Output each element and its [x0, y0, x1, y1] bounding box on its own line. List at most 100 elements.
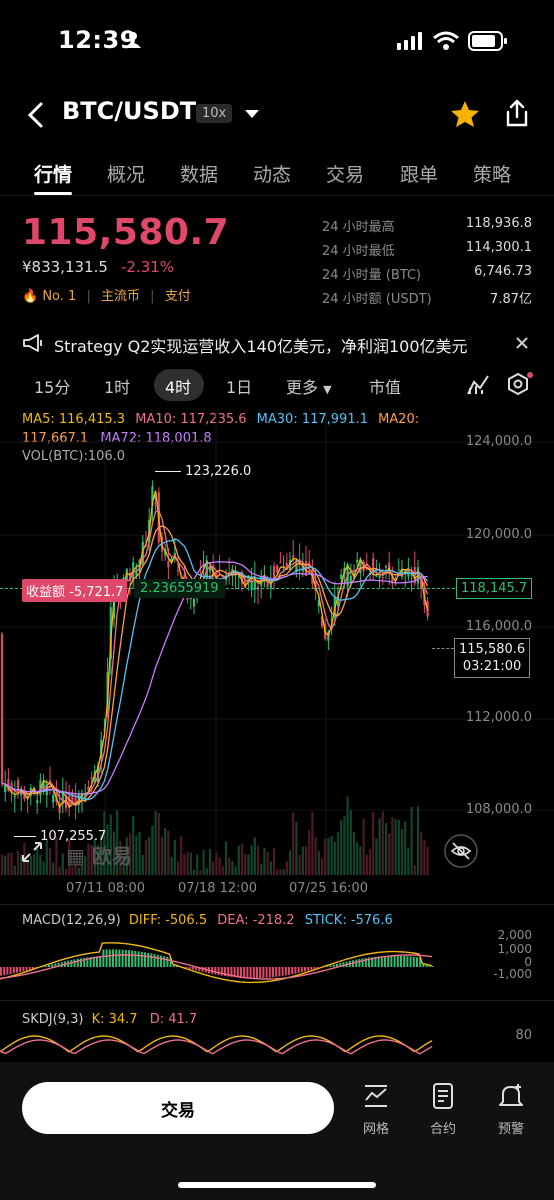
tab-bar: 行情 概况 数据 动态 交易 跟单 策略	[0, 150, 554, 196]
last-price-tag[interactable]: 115,580.6 03:21:00	[454, 638, 531, 678]
macd-stick: STICK: -576.6	[304, 913, 393, 928]
star-icon[interactable]	[450, 100, 480, 128]
indicator-icon[interactable]	[466, 374, 490, 396]
candle-body	[266, 581, 269, 587]
volume-bar	[4, 855, 7, 875]
interval-1d[interactable]: 1日	[226, 374, 252, 398]
volume-bar	[282, 869, 285, 875]
interval-more[interactable]: 更多 ▼	[286, 374, 332, 398]
macd-histogram-bar	[102, 949, 105, 967]
candle-body	[192, 598, 196, 607]
volume-bar	[199, 869, 202, 875]
volume-bar	[141, 855, 144, 875]
volume-bar	[180, 835, 183, 875]
interval-4h[interactable]: 4时	[165, 374, 191, 398]
flame-icon: 🔥	[22, 289, 39, 304]
expand-icon[interactable]	[20, 840, 44, 864]
share-icon[interactable]	[504, 98, 530, 128]
macd-histogram-bar	[160, 955, 162, 967]
stat-label: 24 小时最高	[322, 220, 395, 235]
tab-trade[interactable]: 交易	[326, 160, 364, 187]
interval-1h[interactable]: 1时	[104, 374, 130, 398]
volume-bar	[288, 850, 292, 875]
macd-histogram-bar	[384, 956, 386, 967]
contract-icon	[433, 1083, 453, 1109]
alert-button[interactable]: 预警	[481, 1082, 541, 1137]
tab-copy[interactable]: 跟单	[400, 160, 438, 187]
tab-overview[interactable]: 概况	[107, 160, 145, 187]
tag-payment[interactable]: 支付	[165, 289, 191, 304]
news-ticker[interactable]: Strategy Q2实现运营收入140亿美元，净利润100亿美元	[54, 333, 468, 357]
volume-bar	[160, 837, 164, 875]
interval-marketcap[interactable]: 市值	[369, 374, 401, 398]
macd-histogram-bar	[19, 967, 22, 972]
tab-strategy[interactable]: 策略	[473, 160, 511, 187]
macd-histogram-bar	[252, 967, 255, 979]
tab-news[interactable]: 动态	[253, 160, 291, 187]
macd-histogram-bar	[358, 959, 361, 967]
status-bar: 12:39	[0, 0, 554, 84]
volume-bar	[301, 846, 304, 875]
volume-bar	[330, 835, 333, 875]
stat-value: 114,300.1	[465, 240, 532, 255]
volume-bar	[362, 818, 365, 875]
pnl-badge[interactable]: 收益额 -5,721.7	[22, 579, 128, 602]
macd-histogram-bar	[390, 955, 393, 967]
volume-bar	[327, 838, 330, 875]
wifi-icon	[433, 31, 459, 50]
macd-histogram-bar	[259, 967, 262, 979]
chevron-down-icon[interactable]	[244, 108, 260, 120]
settings-icon[interactable]	[506, 372, 534, 398]
macd-histogram-bar	[140, 951, 143, 967]
volume-bar	[356, 842, 359, 875]
volume-bar	[135, 835, 138, 875]
volume-bar	[61, 853, 64, 875]
tab-market[interactable]: 行情	[34, 160, 72, 187]
volume-bar	[192, 869, 196, 875]
candle-body	[340, 574, 343, 579]
volume-bar	[292, 812, 295, 875]
macd-histogram-bar	[300, 967, 303, 973]
volume-bar	[212, 861, 215, 875]
stat-label: 24 小时量 (BTC)	[322, 268, 422, 283]
tab-data[interactable]: 数据	[180, 160, 218, 187]
stat-value: 7.87亿	[490, 292, 532, 307]
volume-bar	[183, 853, 186, 875]
candle-body	[13, 795, 16, 798]
megaphone-icon	[23, 334, 42, 352]
stat-value: 6,746.73	[474, 264, 532, 279]
interval-15m[interactable]: 15分	[34, 374, 70, 398]
grid-button[interactable]: 网格	[346, 1082, 406, 1137]
volume-bar	[157, 813, 160, 875]
back-icon[interactable]	[26, 102, 46, 128]
skdj-d: D: 41.7	[149, 1012, 198, 1027]
macd-histogram-bar	[412, 956, 415, 967]
trade-button[interactable]: 交易	[22, 1082, 334, 1134]
volume-bar	[394, 819, 397, 875]
volume-bar	[340, 819, 343, 875]
pair-title[interactable]: BTC/USDT	[62, 97, 196, 125]
last-price-value: 115,580.6	[459, 642, 526, 657]
contract-button[interactable]: 合约	[413, 1082, 473, 1137]
tag-mainstream[interactable]: 主流币	[101, 289, 140, 304]
macd-y-tick: 1,000	[497, 942, 532, 956]
eye-off-icon[interactable]	[444, 834, 478, 868]
macd-histogram-bar	[192, 967, 194, 970]
candle-body	[0, 633, 4, 784]
volume-bar	[343, 816, 346, 875]
macd-histogram-bar	[51, 964, 54, 967]
close-icon[interactable]	[515, 336, 529, 350]
macd-histogram-bar	[297, 967, 300, 973]
x-axis-tick: 07/11 08:00	[66, 881, 146, 896]
volume-bar	[308, 829, 311, 875]
volume-bar	[263, 847, 266, 875]
volume-bar	[336, 831, 340, 875]
candle-body	[36, 800, 39, 803]
y-axis-tick: 124,000.0	[465, 434, 532, 449]
volume-bar	[196, 854, 199, 875]
macd-histogram-bar	[291, 967, 294, 975]
macd-legend: MACD(12,26,9) DIFF: -506.5 DEA: -218.2 S…	[22, 913, 393, 928]
candle-body	[272, 566, 276, 579]
volume-bar	[349, 809, 352, 875]
volume-bar	[266, 851, 269, 875]
